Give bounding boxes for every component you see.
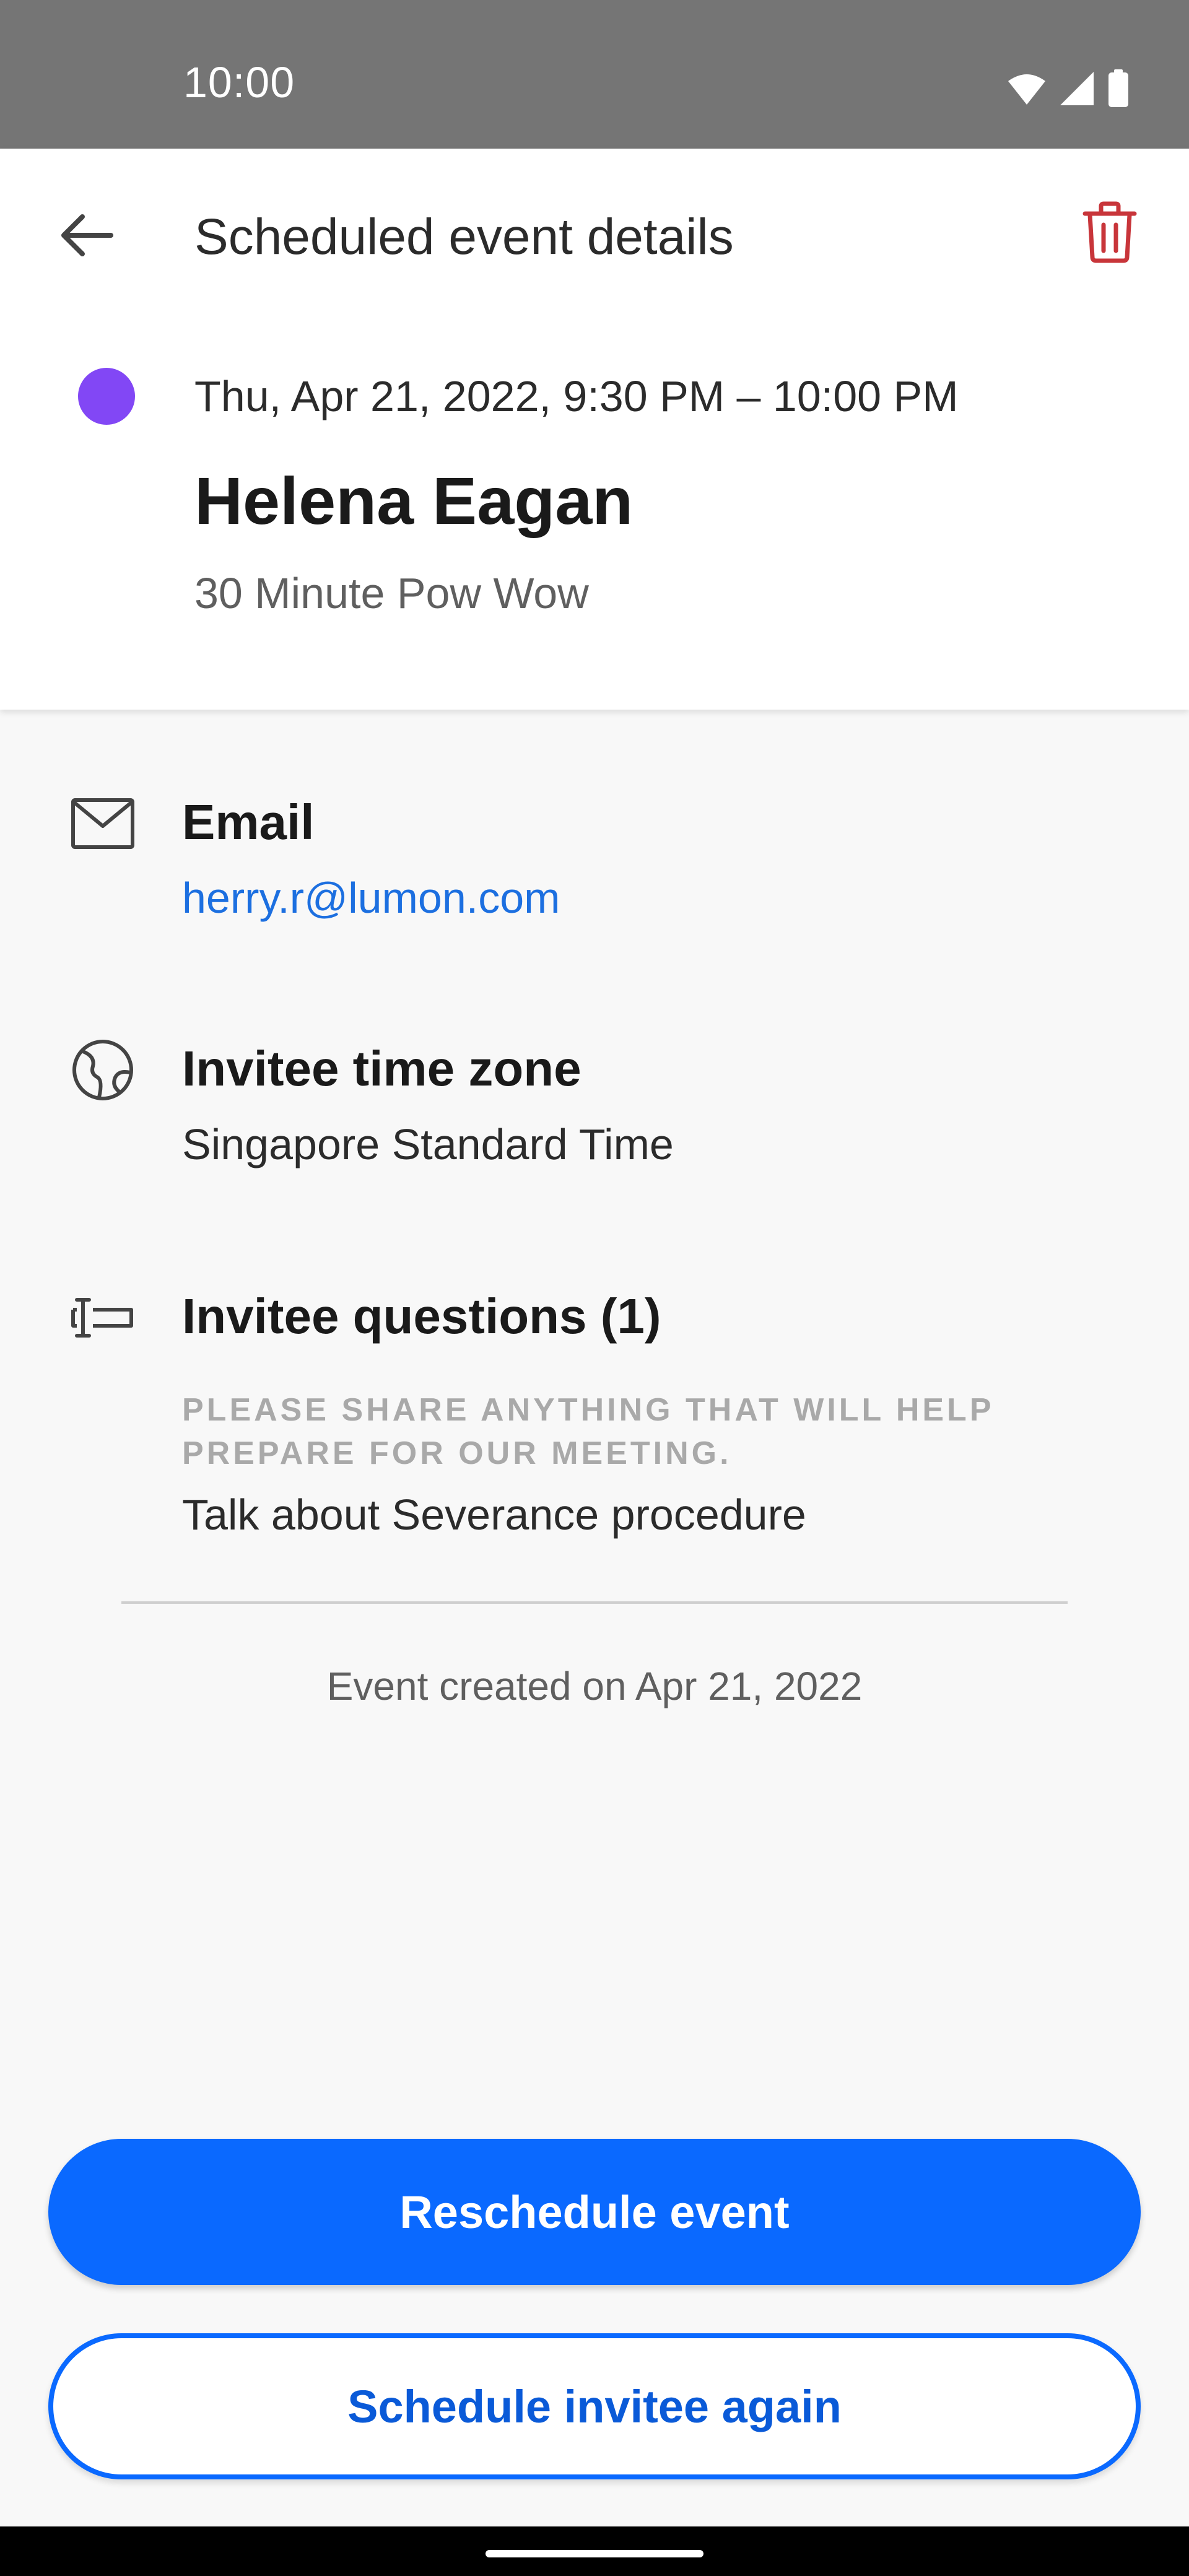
status-icons	[1007, 69, 1130, 108]
timezone-label: Invitee time zone	[182, 1041, 581, 1096]
globe-icon	[69, 1037, 136, 1103]
signal-icon	[1060, 72, 1094, 105]
email-label: Email	[182, 794, 315, 850]
event-color-dot	[78, 368, 135, 425]
home-indicator[interactable]	[486, 2550, 703, 2557]
schedule-invitee-again-button[interactable]: Schedule invitee again	[48, 2333, 1141, 2479]
text-field-icon	[69, 1284, 136, 1351]
invitee-name: Helena Eagan	[194, 463, 634, 538]
back-arrow-icon	[61, 214, 113, 256]
event-type: 30 Minute Pow Wow	[194, 569, 589, 617]
timezone-value: Singapore Standard Time	[182, 1120, 674, 1168]
battery-icon	[1108, 69, 1128, 107]
invitee-questions-label: Invitee questions (1)	[182, 1289, 661, 1344]
status-bar: 10:00	[0, 0, 1189, 149]
status-time: 10:00	[183, 58, 295, 107]
page-title: Scheduled event details	[194, 209, 734, 265]
event-created-date: Event created on Apr 21, 2022	[326, 1664, 863, 1708]
event-datetime: Thu, Apr 21, 2022, 9:30 PM – 10:00 PM	[194, 372, 959, 420]
delete-event-button[interactable]	[1073, 192, 1147, 272]
trash-icon	[1082, 201, 1137, 263]
question-text: PLEASE SHARE ANYTHING THAT WILL HELP PRE…	[182, 1392, 994, 1472]
reschedule-event-button[interactable]: Reschedule event	[48, 2139, 1141, 2285]
back-button[interactable]	[50, 198, 124, 272]
question-answer: Talk about Severance procedure	[182, 1490, 806, 1539]
email-link[interactable]: herry.r@lumon.com	[182, 872, 560, 924]
wifi-icon	[1008, 74, 1045, 105]
mail-icon	[69, 790, 136, 857]
divider	[121, 1601, 1068, 1604]
